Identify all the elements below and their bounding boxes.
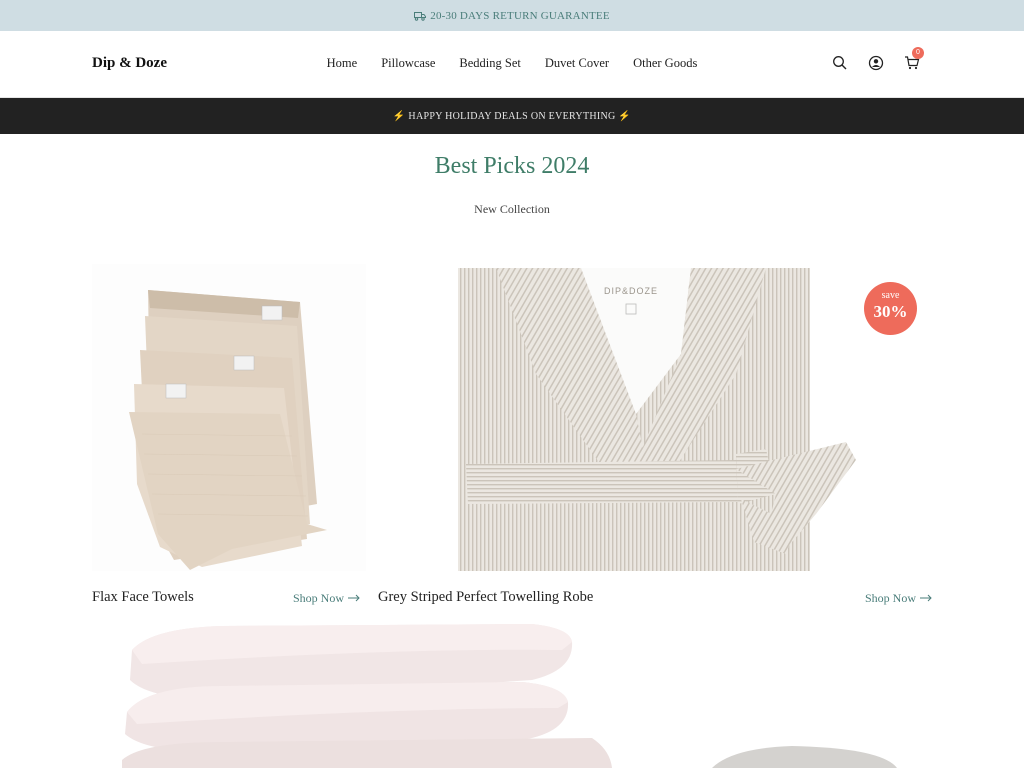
section-title: Best Picks 2024	[434, 153, 590, 179]
arrow-right-icon	[348, 591, 360, 606]
truck-icon	[414, 11, 427, 21]
product-image-pillows[interactable]	[92, 620, 932, 768]
nav-home[interactable]: Home	[315, 56, 370, 71]
product-name-robe[interactable]: Grey Striped Perfect Towelling Robe	[378, 589, 593, 606]
nav-bedding-set[interactable]: Bedding Set	[447, 56, 532, 71]
shop-now-link[interactable]: Shop Now	[293, 591, 360, 606]
robe-brand-label: DIP&DOZE	[604, 286, 658, 296]
nav-other-goods[interactable]: Other Goods	[621, 56, 709, 71]
arrow-right-icon	[920, 591, 932, 606]
search-icon[interactable]	[832, 55, 848, 71]
product-name-flax-towels[interactable]: Flax Face Towels	[92, 589, 194, 606]
shop-now-link[interactable]: Shop Now	[865, 591, 932, 606]
nav-pillowcase[interactable]: Pillowcase	[369, 56, 447, 71]
save-badge-value: 30%	[873, 302, 908, 321]
header-icons: 0	[832, 47, 924, 71]
shop-now-label: Shop Now	[293, 591, 345, 605]
promo-text: ⚡ HAPPY HOLIDAY DEALS ON EVERYTHING ⚡	[392, 110, 632, 122]
cart-icon[interactable]: 0	[904, 47, 924, 71]
cart-count-badge: 0	[912, 47, 924, 59]
account-icon[interactable]	[868, 55, 884, 71]
save-badge: save 30%	[864, 282, 917, 335]
nav-duvet-cover[interactable]: Duvet Cover	[533, 56, 621, 71]
product-image-flax-towels[interactable]	[92, 264, 366, 571]
shop-now-label: Shop Now	[865, 591, 917, 605]
announcement-bar: 20-30 DAYS RETURN GUARANTEE	[0, 0, 1024, 31]
promo-banner: ⚡ HAPPY HOLIDAY DEALS ON EVERYTHING ⚡	[0, 98, 1024, 134]
site-header: Dip & Doze Home Pillowcase Bedding Set D…	[0, 31, 1024, 98]
section-subtitle: New Collection	[474, 202, 550, 216]
announcement-text: 20-30 DAYS RETURN GUARANTEE	[430, 9, 610, 22]
product-image-robe[interactable]: DIP&DOZE	[436, 264, 932, 571]
save-badge-label: save	[881, 290, 900, 301]
